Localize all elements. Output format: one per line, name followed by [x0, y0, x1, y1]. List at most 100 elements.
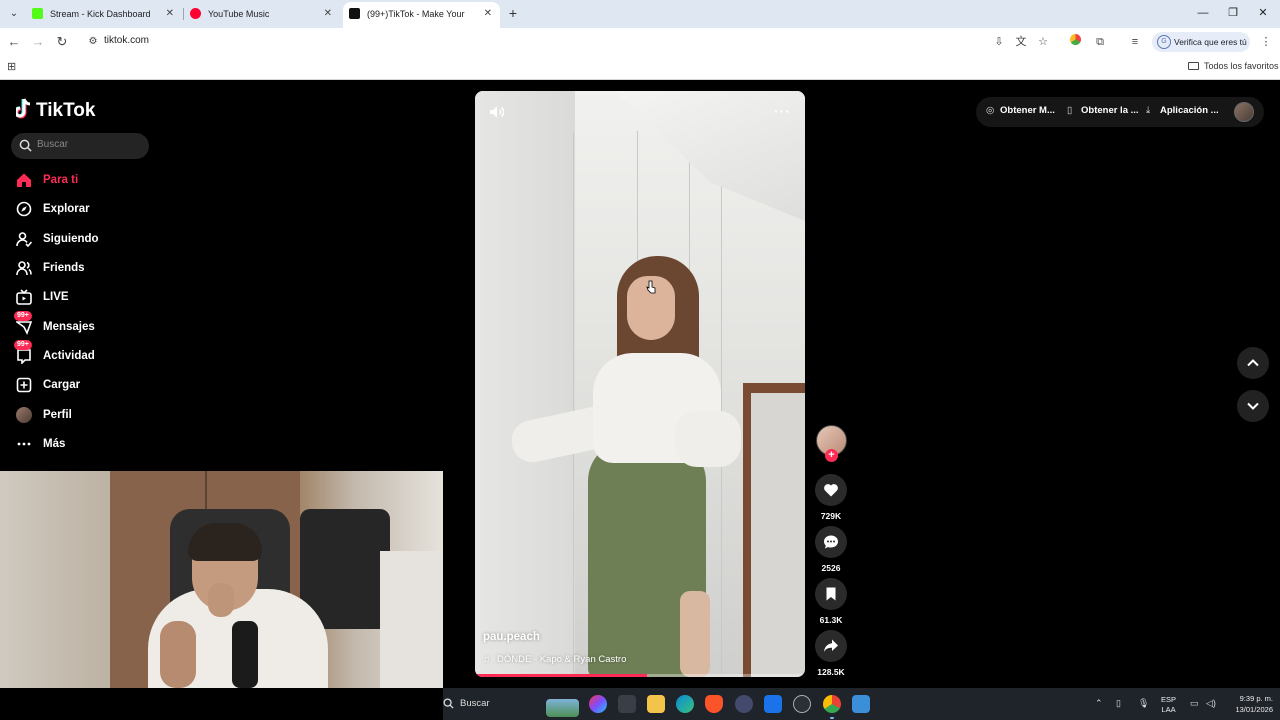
comment-count: 2526 — [821, 563, 841, 573]
tab-title: YouTube Music — [208, 9, 270, 19]
store-icon[interactable] — [618, 695, 636, 713]
youtube-music-favicon-icon — [190, 8, 201, 19]
all-favorites-label: Todos los favoritos — [1204, 61, 1279, 71]
reload-button[interactable]: ↻ — [53, 33, 71, 51]
tiktok-logo[interactable]: TikTok — [13, 98, 96, 122]
upload-icon — [16, 377, 32, 393]
sidebar-item-label: Explorar — [43, 203, 90, 215]
friends-icon — [16, 261, 32, 276]
top-actions-bar: ◎ Obtener M... ▯ Obtener la ... ⤓ Aplicació… — [976, 97, 1264, 127]
volume-icon[interactable] — [489, 105, 505, 119]
close-tab-icon[interactable]: ✕ — [166, 2, 174, 26]
copilot-icon[interactable] — [589, 695, 607, 713]
save-count: 61.3K — [819, 615, 843, 625]
brave-icon[interactable] — [705, 695, 723, 713]
video-more-options-icon[interactable]: ··· — [774, 103, 791, 119]
extension-color-icon[interactable] — [1067, 34, 1083, 50]
search-icon — [19, 139, 32, 152]
language-indicator[interactable]: ESP LAA — [1161, 695, 1176, 715]
speaker-icon[interactable]: ◁) — [1206, 698, 1216, 709]
apps-grid-icon[interactable]: ⊞ — [7, 61, 19, 73]
tab-search-chevron-icon[interactable]: ⌄ — [5, 5, 23, 23]
get-app-label: Obtener la ... — [1081, 105, 1139, 116]
follow-plus-button[interactable]: + — [825, 449, 838, 462]
language-code: ESP — [1161, 695, 1177, 704]
next-video-button[interactable] — [1237, 390, 1269, 422]
edge-icon[interactable] — [676, 695, 694, 713]
get-coins-button[interactable]: ◎ Obtener M... — [986, 105, 1055, 116]
more-icon — [17, 442, 31, 446]
comment-button[interactable] — [815, 526, 847, 558]
new-tab-button[interactable]: + — [505, 4, 521, 22]
network-icon[interactable]: ▭ — [1190, 698, 1199, 709]
chrome-menu-icon[interactable]: ⋮ — [1258, 34, 1274, 50]
verify-identity-chip[interactable]: G Verifica que eres tú — [1152, 32, 1250, 52]
video-progress-bar[interactable] — [475, 674, 805, 677]
video-author[interactable]: pau.peach — [483, 631, 540, 643]
messages-badge: 99+ — [14, 311, 32, 321]
tab-title: Stream - Kick Dashboard — [50, 9, 151, 19]
minimize-button[interactable]: — — [1192, 4, 1214, 22]
file-explorer-icon[interactable] — [647, 695, 665, 713]
close-tab-icon[interactable]: ✕ — [324, 2, 332, 26]
app-circle-icon[interactable] — [735, 695, 753, 713]
music-title: DÓNDE - Kapo & Ryan Castro — [497, 654, 627, 665]
video-player[interactable]: ··· pau.peach ♫ DÓNDE - Kapo & Ryan Castr… — [475, 91, 805, 677]
desktop-app-button[interactable]: ⤓ Aplicación ... — [1146, 105, 1219, 116]
weather-widget-icon[interactable] — [546, 699, 579, 717]
phone-icon: ▯ — [1067, 105, 1073, 116]
bookmark-icon — [826, 587, 836, 601]
video-music[interactable]: ♫ DÓNDE - Kapo & Ryan Castro — [483, 654, 626, 665]
sidebar-item-label: Friends — [43, 262, 85, 274]
notepad-icon[interactable] — [852, 695, 870, 713]
extensions-puzzle-icon[interactable]: ⧉ — [1092, 34, 1108, 50]
forward-button[interactable]: → — [29, 33, 47, 51]
close-window-button[interactable]: ✕ — [1252, 4, 1274, 22]
save-button[interactable] — [815, 578, 847, 610]
sidebar-item-label: Para ti — [43, 174, 79, 186]
previous-video-button[interactable] — [1237, 347, 1269, 379]
language-layout: LAA — [1161, 705, 1176, 714]
get-app-button[interactable]: ▯ Obtener la ... — [1067, 105, 1139, 116]
logo-text: TikTok — [36, 100, 96, 121]
download-icon: ⤓ — [1146, 105, 1151, 116]
clock-date: 13/01/2026 — [1235, 705, 1273, 714]
battery-icon[interactable]: ▯ — [1116, 698, 1121, 709]
site-info-icon[interactable]: ⚙ — [86, 35, 100, 49]
all-favorites-button[interactable]: Todos los favoritos — [1188, 61, 1279, 71]
share-button[interactable] — [815, 630, 847, 662]
folder-icon — [1188, 62, 1199, 70]
close-tab-icon[interactable]: ✕ — [484, 2, 492, 26]
restore-button[interactable]: ❐ — [1222, 4, 1244, 22]
chevron-down-icon — [1247, 402, 1259, 410]
steam-icon[interactable] — [793, 695, 811, 713]
get-coins-label: Obtener M... — [1000, 105, 1055, 116]
user-avatar[interactable] — [1234, 102, 1254, 122]
reading-list-icon[interactable]: ≡ — [1127, 34, 1143, 50]
video-progress-fill — [475, 674, 647, 677]
webcam-overlay — [0, 471, 443, 688]
kick-favicon-icon — [32, 8, 43, 19]
microphone-icon[interactable]: 🎙 — [1138, 698, 1149, 709]
search-input[interactable]: Buscar — [11, 133, 149, 159]
tab-kick-dashboard[interactable]: Stream - Kick Dashboard ✕ — [26, 2, 182, 28]
taskbar-search[interactable]: Buscar — [443, 692, 583, 717]
activity-icon — [17, 349, 31, 364]
bookmark-star-icon[interactable]: ☆ — [1035, 34, 1051, 50]
chrome-icon[interactable] — [823, 695, 841, 713]
mail-icon[interactable] — [764, 695, 782, 713]
share-count: 128.5K — [817, 667, 845, 677]
verify-label: Verifica que eres tú — [1174, 37, 1247, 47]
show-hidden-icons[interactable]: ⌃ — [1095, 698, 1103, 709]
chevron-up-icon — [1247, 359, 1259, 367]
install-app-icon[interactable]: ⇩ — [991, 34, 1007, 50]
tab-youtube-music[interactable]: YouTube Music ✕ — [184, 2, 340, 28]
clock[interactable]: 9:39 p. m. 13/01/2026 — [1221, 693, 1273, 715]
like-button[interactable] — [815, 474, 847, 506]
home-icon — [17, 173, 31, 187]
translate-icon[interactable]: 文 — [1013, 34, 1029, 50]
tab-tiktok[interactable]: (99+)TikTok - Make Your Da ✕ — [343, 2, 500, 28]
back-button[interactable]: ← — [5, 33, 23, 51]
address-bar[interactable]: ⚙ tiktok.com — [80, 31, 1058, 53]
screen: ⌄ Stream - Kick Dashboard ✕ YouTube Musi… — [0, 0, 1280, 720]
